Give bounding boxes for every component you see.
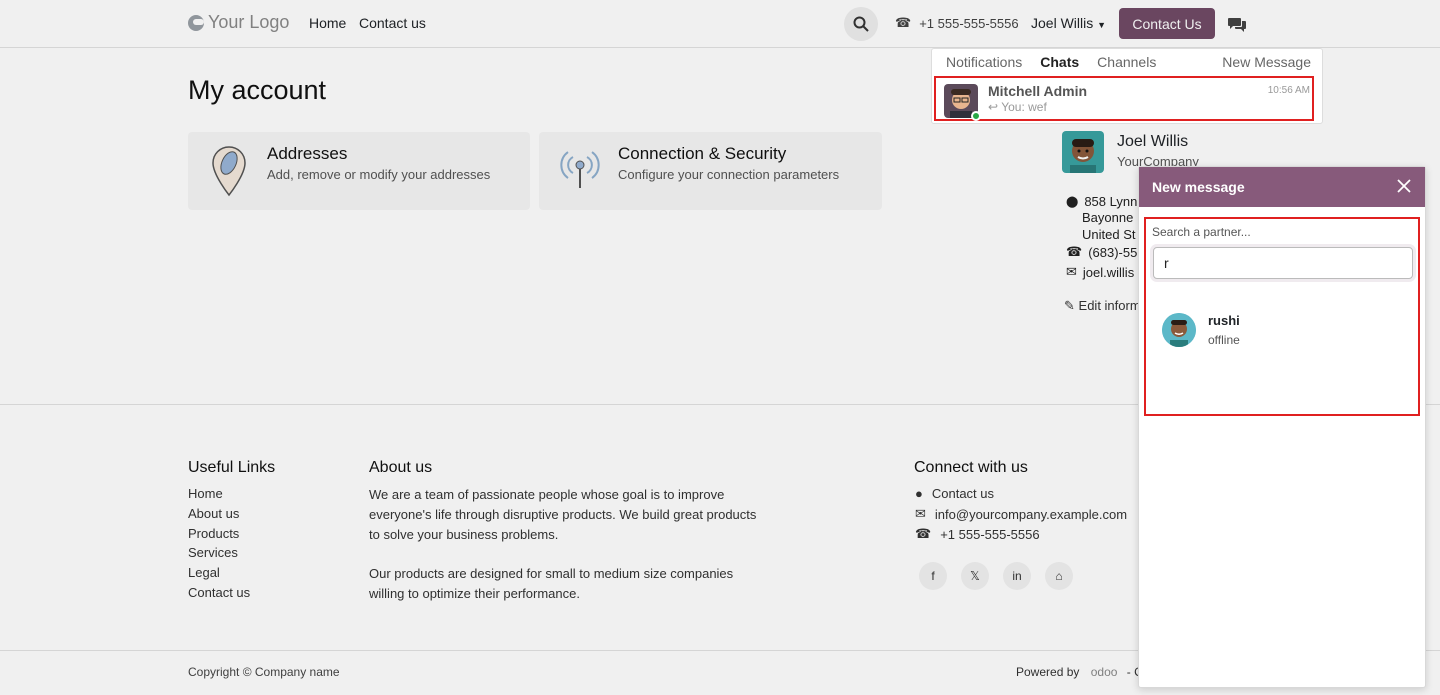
chat-conversation-row[interactable]: Mitchell Admin ↩ You: wef 10:56 AM	[934, 76, 1314, 121]
chat-contact-name: Mitchell Admin	[988, 83, 1088, 99]
avatar[interactable]	[1162, 313, 1196, 347]
new-message-link[interactable]: New Message	[1222, 54, 1311, 70]
new-message-header: New message	[1139, 167, 1425, 207]
chat-last-message: ↩ You: wef	[988, 100, 1047, 114]
page: Your Logo Home Contact us ☎ +1 555-555-5…	[0, 0, 1440, 695]
partner-result-status: offline	[1208, 333, 1240, 347]
messaging-dropdown: Notifications Chats Channels New Message…	[931, 48, 1323, 124]
close-icon[interactable]	[1395, 177, 1413, 195]
tab-chats[interactable]: Chats	[1040, 54, 1079, 70]
partner-search-section: Search a partner... rushi offline	[1144, 217, 1420, 416]
partner-search-label: Search a partner...	[1152, 225, 1251, 239]
online-status-icon	[971, 111, 981, 121]
tab-channels[interactable]: Channels	[1097, 54, 1156, 70]
partner-result-name[interactable]: rushi	[1208, 313, 1240, 328]
chat-preview-text: You: wef	[1001, 100, 1047, 114]
new-message-title: New message	[1152, 179, 1245, 195]
partner-search-input[interactable]	[1153, 247, 1413, 279]
reply-icon: ↩	[988, 100, 999, 114]
chat-timestamp: 10:56 AM	[1267, 85, 1310, 96]
tab-notifications[interactable]: Notifications	[946, 54, 1022, 70]
new-message-window: New message Search a partner... rushi of…	[1138, 166, 1426, 688]
